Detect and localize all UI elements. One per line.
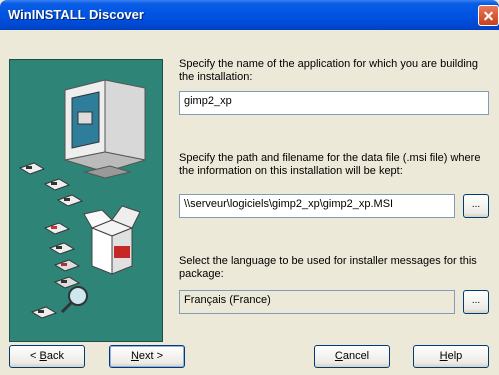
help-button[interactable]: Help: [413, 345, 489, 368]
close-icon[interactable]: [478, 5, 499, 26]
monitor-icon: [64, 79, 146, 179]
cancel-button[interactable]: Cancel: [314, 345, 390, 368]
open-box-icon: [83, 205, 141, 275]
title-bar[interactable]: WinINSTALL Discover: [0, 0, 499, 30]
next-button[interactable]: Next >: [109, 345, 185, 368]
setup-illustration: [9, 59, 163, 342]
app-name-input[interactable]: gimp2_xp: [179, 91, 489, 115]
setup-illustration-graphic: [18, 79, 146, 319]
language-label: Select the language to be used for insta…: [179, 255, 477, 280]
magnifier-icon: [60, 286, 88, 314]
back-button[interactable]: < Back: [9, 345, 85, 368]
data-file-browse-button[interactable]: ...: [463, 194, 489, 218]
data-file-label: Specify the path and filename for the da…: [179, 152, 481, 177]
language-field[interactable]: Français (France): [179, 290, 455, 314]
data-file-input[interactable]: \\serveur\logiciels\gimp2_xp\gimp2_xp.MS…: [179, 194, 455, 218]
app-name-label: Specify the name of the application for …: [179, 58, 479, 83]
language-browse-button[interactable]: ...: [463, 290, 489, 314]
window-title: WinINSTALL Discover: [8, 7, 144, 22]
dialog-client: Specify the name of the application for …: [0, 30, 499, 375]
